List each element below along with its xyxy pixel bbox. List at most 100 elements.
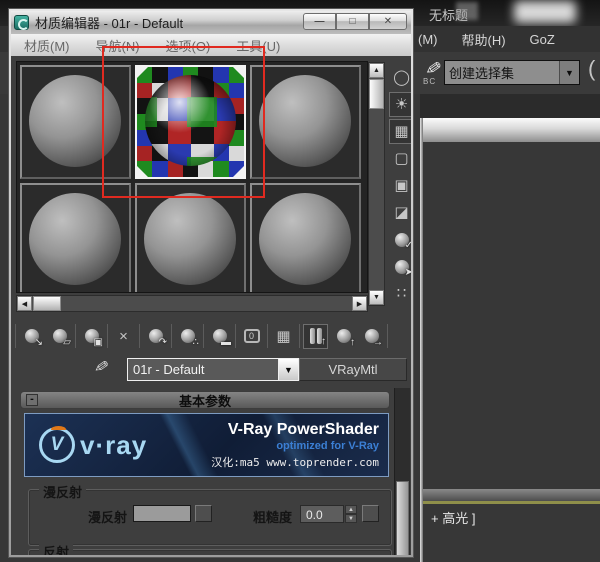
material-preview-sphere [144,193,236,285]
parameters-scrollbar[interactable] [394,388,410,555]
options-icon[interactable]: ✓ [389,227,411,252]
material-name-dropdown[interactable]: 01r - Default ▼ [127,358,299,381]
roughness-map-button[interactable] [362,505,379,522]
material-preview-sphere [259,193,351,285]
material-id-channel-icon[interactable]: 0 [239,324,264,349]
show-shaded-material-in-viewport-icon[interactable]: ▦ [271,324,296,349]
backlight-icon[interactable]: ☀ [389,92,411,117]
slot-corner-mark [137,67,148,78]
spinner-up-icon[interactable]: ▲ [345,505,357,514]
spinner-down-icon[interactable]: ▼ [345,514,357,523]
put-material-to-scene-icon[interactable]: ▱ [47,324,72,349]
bg-menu-help[interactable]: 帮助(H) [462,30,506,49]
vray-logo: V v·ray [25,426,197,463]
scroll-left-button[interactable]: ◀ [17,296,32,311]
icon-glyph: ▦ [276,327,291,345]
material-preview-sphere [29,193,121,285]
menu-options[interactable]: 选项(O) [153,36,224,55]
icon-overlay-glyph: ↑ [321,335,326,347]
checker-cell [228,82,244,99]
menu-tools[interactable]: 工具(U) [223,36,293,55]
icon-glyph: ◪ [394,204,409,221]
sample-slot[interactable] [20,65,131,179]
vray-logo-circle-icon: V [39,426,75,463]
horizontal-scroll-thumb[interactable] [33,296,61,311]
select-by-material-icon[interactable]: ➤ [389,254,411,279]
toolbar-separator [299,324,300,348]
sample-slot[interactable] [250,183,361,292]
maximize-button[interactable]: □ [336,13,369,30]
icon-glyph: ∷ [396,285,407,302]
pick-material-eyedropper-icon[interactable]: ✎ [89,357,111,374]
dropdown-arrow-icon[interactable]: ▼ [278,359,298,380]
sample-uv-tiling-icon[interactable]: ▢ [389,146,411,171]
basic-parameters-rollout-header[interactable]: - 基本参数 [20,391,390,409]
viewport-border-line [423,501,600,504]
sample-type-sphere-icon[interactable]: ◯ [389,65,411,90]
close-button[interactable]: ✕ [369,13,407,30]
sample-slot[interactable] [135,65,246,179]
material-map-navigator-icon[interactable]: ∷ [389,281,411,306]
toolbar-separator [15,324,16,348]
diffuse-color-swatch[interactable] [133,505,191,522]
vray-logo-letter: V [50,434,64,455]
make-unique-icon[interactable]: ∴ [175,324,200,349]
scroll-down-button[interactable]: ▼ [369,290,384,305]
banner-text-block: V-Ray PowerShader optimized for V-Ray 汉化… [197,421,388,470]
named-selection-set-combobox[interactable]: 创建选择集 ▼ [444,60,580,85]
checker-cell [228,145,244,162]
go-to-parent-icon[interactable]: ↑ [331,324,356,349]
sample-slot[interactable] [135,183,246,292]
blurred-taskbar-icon [456,2,478,20]
vertical-scroll-thumb[interactable] [369,79,384,109]
video-color-check-icon[interactable]: ▣ [389,173,411,198]
material-ball-glyph [336,329,351,343]
slots-vertical-scrollbar[interactable]: ▲ ▼ [368,62,385,306]
roughness-field[interactable]: 0.0 [300,505,344,523]
vray-banner: V v·ray V-Ray PowerShader optimized for … [24,413,389,477]
sample-slot[interactable] [250,65,361,179]
bg-menu-goz[interactable]: GoZ [530,32,555,47]
make-preview-icon[interactable]: ◪ [389,200,411,225]
partial-toolbar-icon: ( [588,56,596,81]
icon-overlay-glyph: ∴ [192,336,199,348]
make-material-copy-icon[interactable]: ↷ [143,324,168,349]
titlebar[interactable]: 材质编辑器 - 01r - Default — □ ✕ [11,11,411,34]
slot-corner-mark [233,166,244,177]
checker-cell [137,145,153,162]
diffuse-group: 漫反射 漫反射 粗糙度 0.0 ▲ ▼ [28,482,392,546]
icon-glyph: ▦ [394,123,409,140]
icon-overlay-glyph: ▱ [63,336,71,348]
checker-cell [137,82,153,99]
vray-logo-text: v·ray [80,429,148,460]
toolbar-separator [387,324,388,348]
blurred-caption-button[interactable] [514,1,576,23]
combo-dropdown-arrow-icon[interactable]: ▼ [559,61,579,84]
client-area: ▲ ▼ ◀ ▶ ◯ ☀ ▦ ▢ ▣ ◪ ✓ ➤ ∷ ↘ ▱ ▣ × ↷ ∴ ▬ 0 ▦ ↑ ↑ → ✎ 01r - D… [11,56,411,555]
bg-menu-partial[interactable]: (M) [418,32,438,47]
diffuse-map-button[interactable] [195,505,212,522]
scroll-up-button[interactable]: ▲ [369,63,384,78]
assign-material-to-selection-icon[interactable]: ▣ [79,324,104,349]
put-to-library-icon[interactable]: ▬ [207,324,232,349]
menu-navigation[interactable]: 导航(N) [83,36,153,55]
show-end-result-icon[interactable]: ↑ [303,323,328,349]
slots-horizontal-scrollbar[interactable]: ◀ ▶ [16,295,368,312]
checker-cell [152,161,168,177]
get-material-icon[interactable]: ↘ [19,324,44,349]
rollout-collapse-icon[interactable]: - [26,394,38,406]
minimize-button[interactable]: — [303,13,336,30]
menu-material[interactable]: 材质(M) [11,36,83,55]
material-type-button[interactable]: VRayMtl [299,358,407,381]
checker-cell [213,161,229,177]
go-forward-to-sibling-icon[interactable]: → [359,324,384,349]
viewport-divider [423,489,600,501]
parameters-scroll-thumb[interactable] [396,481,409,555]
sample-slot[interactable] [20,183,131,292]
background-icon[interactable]: ▦ [389,119,411,144]
reset-map-mtl-icon[interactable]: × [111,324,136,349]
icon-overlay-glyph: ▣ [93,336,103,348]
roughness-spinner[interactable]: ▲ ▼ [345,505,357,523]
scroll-right-button[interactable]: ▶ [352,296,367,311]
toolbar-separator [75,324,76,348]
